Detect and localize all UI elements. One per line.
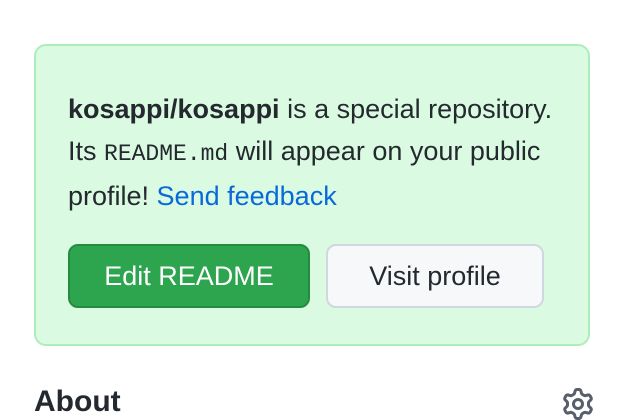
profile-readme-notice: kosappi/kosappi is a special repository.… (34, 44, 590, 346)
visit-profile-button[interactable]: Visit profile (326, 244, 544, 308)
send-feedback-link[interactable]: Send feedback (157, 181, 337, 211)
gear-icon[interactable] (562, 388, 594, 420)
edit-readme-button[interactable]: Edit README (68, 244, 310, 308)
repo-name: kosappi/kosappi (68, 94, 280, 124)
about-heading: About (34, 385, 121, 418)
notice-message: kosappi/kosappi is a special repository.… (68, 88, 568, 217)
readme-filename: README.md (104, 141, 229, 167)
